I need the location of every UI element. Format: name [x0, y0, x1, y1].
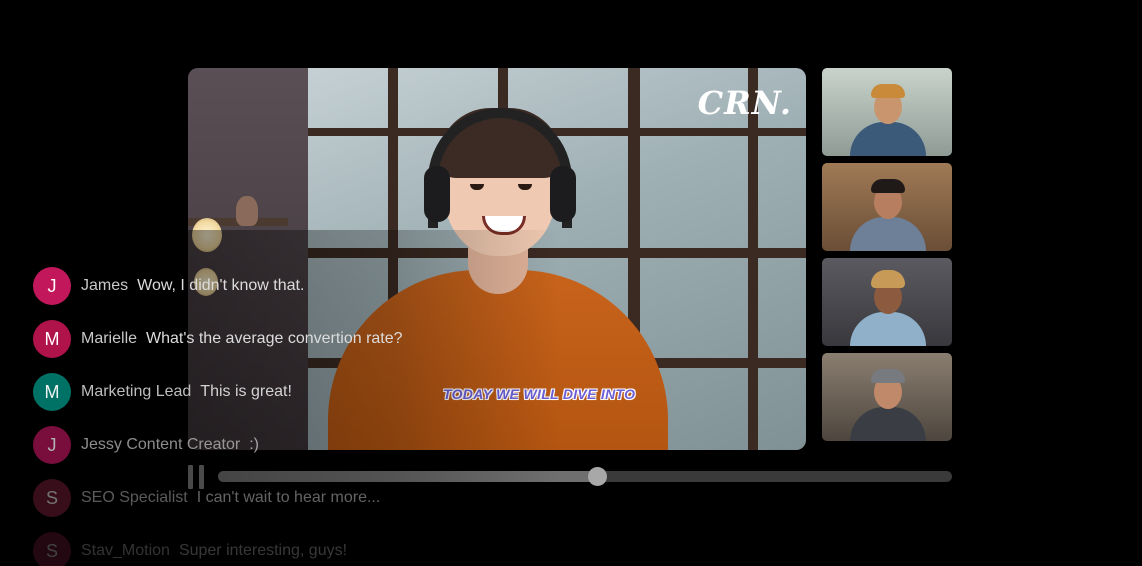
chat-message: M Marielle What's the average convertion… — [33, 319, 403, 359]
live-caption: TODAY WE WILL DIVE INTO — [443, 386, 636, 402]
progress-scrubber[interactable] — [587, 467, 607, 486]
live-stream-screen: CRN. TODAY WE WILL DIVE INTO J James Wow… — [0, 0, 1142, 566]
chat-username: Marketing Lead — [81, 383, 192, 400]
participant-thumbnail[interactable] — [822, 258, 952, 346]
channel-logo: CRN. — [697, 84, 792, 122]
chat-username: Jessy Content Creator — [81, 436, 241, 453]
participant-thumbnails — [822, 68, 952, 448]
lamp — [192, 218, 222, 252]
chat-message: J Jessy Content Creator :) — [33, 425, 259, 465]
avatar: S — [33, 479, 71, 517]
chat-username: Marielle — [81, 330, 138, 347]
chat-message: J James Wow, I didn't know that. — [33, 266, 304, 306]
chat-username: Stav_Motion — [81, 542, 170, 559]
chat-message: S Stav_Motion Super interesting, guys! — [33, 531, 347, 566]
avatar: S — [33, 532, 71, 566]
chat-text: Wow, I didn't know that. — [137, 277, 305, 294]
avatar: J — [33, 426, 71, 464]
participant-thumbnail[interactable] — [822, 68, 952, 156]
chat-text: What's the average convertion rate? — [146, 330, 403, 347]
chat-message: S SEO Specialist I can't wait to hear mo… — [33, 478, 380, 518]
chat-username: James — [81, 277, 129, 294]
participant-thumbnail[interactable] — [822, 163, 952, 251]
chat-text: This is great! — [200, 383, 292, 400]
chat-username: SEO Specialist — [81, 489, 188, 506]
chat-text: I can't wait to hear more... — [196, 489, 381, 506]
vase — [236, 196, 258, 226]
avatar: J — [33, 267, 71, 305]
avatar: M — [33, 320, 71, 358]
avatar: M — [33, 373, 71, 411]
participant-thumbnail[interactable] — [822, 353, 952, 441]
chat-message: M Marketing Lead This is great! — [33, 372, 292, 412]
chat-text: Super interesting, guys! — [178, 542, 348, 559]
chat-text: :) — [249, 436, 259, 453]
